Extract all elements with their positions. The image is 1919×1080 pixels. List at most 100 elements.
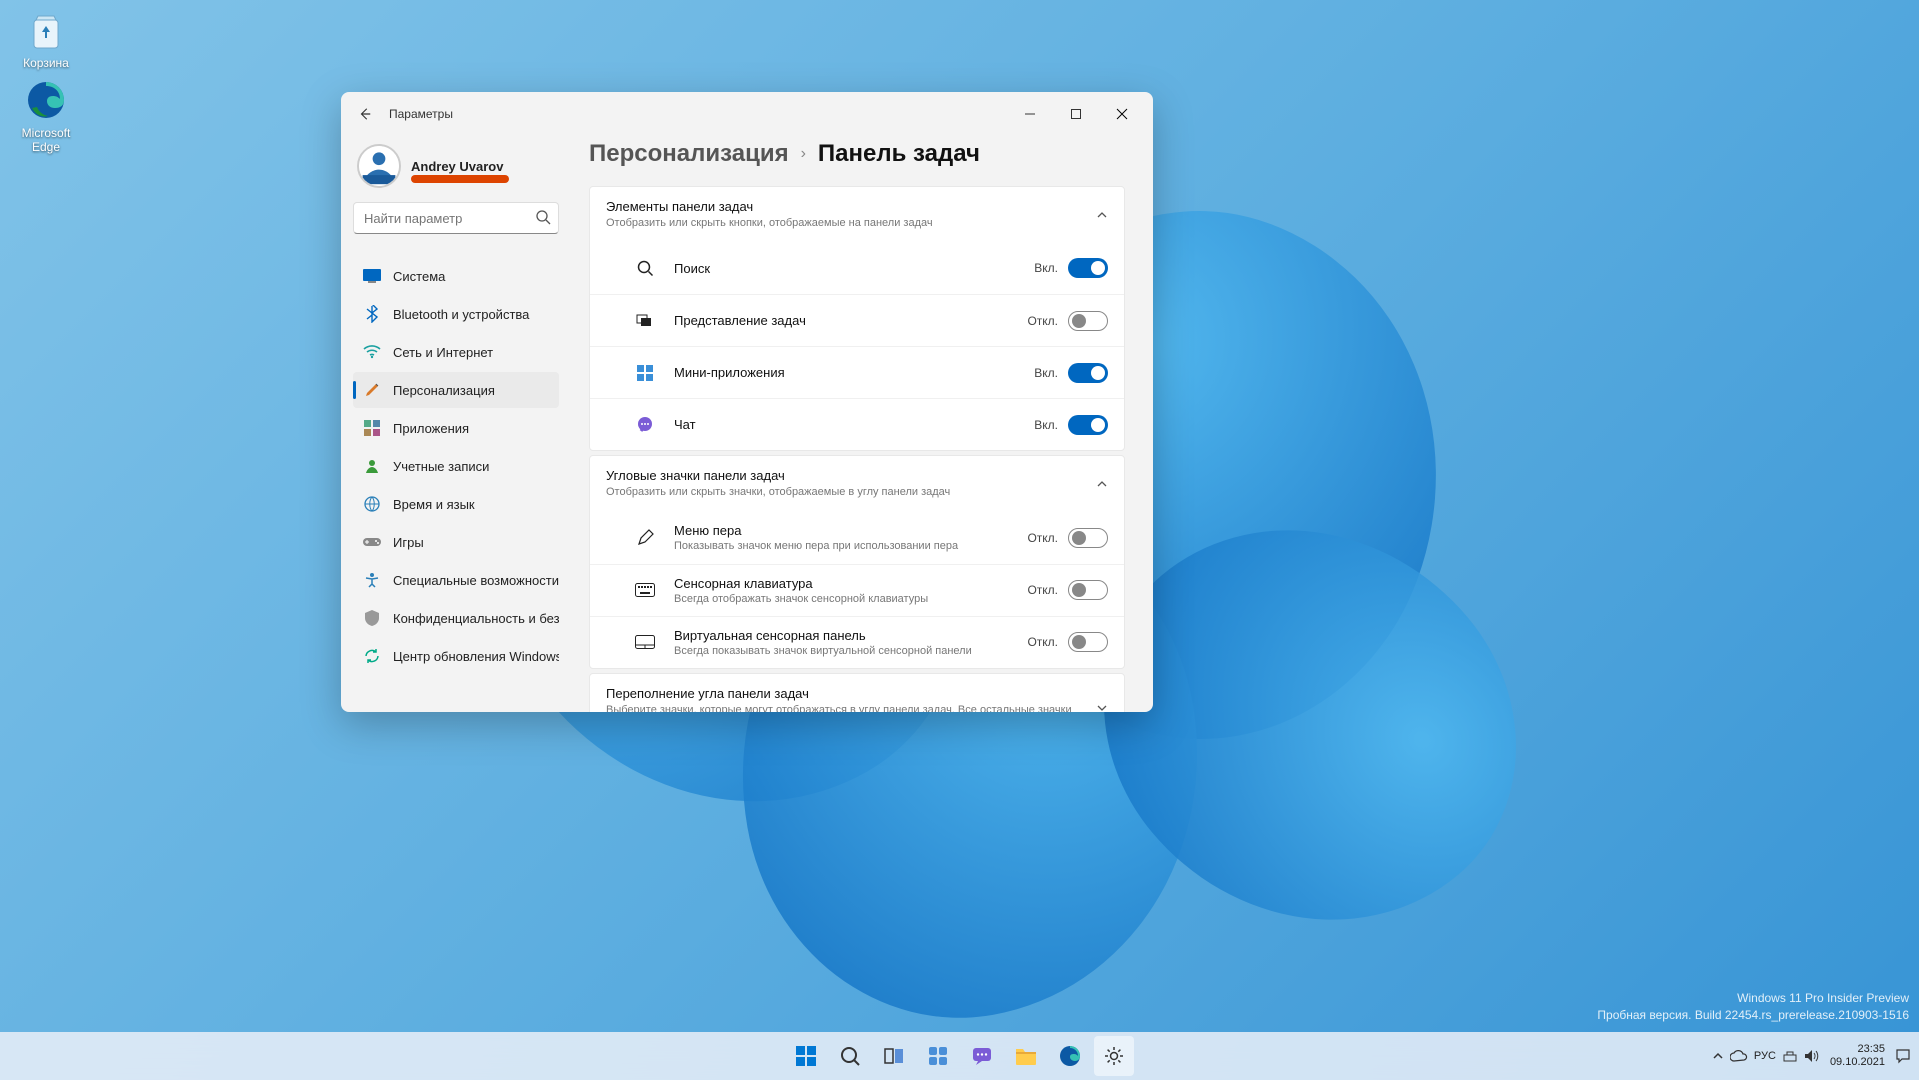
- section-header[interactable]: Угловые значки панели задач Отобразить и…: [590, 456, 1124, 511]
- avatar: [357, 144, 401, 188]
- row-search: Поиск Вкл.: [590, 242, 1124, 294]
- close-icon: [1116, 108, 1128, 120]
- chevron-right-icon: ›: [801, 145, 806, 163]
- paintbrush-icon: [363, 381, 381, 399]
- chevron-down-icon: [1096, 702, 1108, 712]
- taskbar-settings-button[interactable]: [1094, 1036, 1134, 1076]
- nav-list: Система Bluetooth и устройства Сеть и Ин…: [353, 258, 559, 674]
- section-header[interactable]: Элементы панели задач Отобразить или скр…: [590, 187, 1124, 242]
- maximize-icon: [1070, 108, 1082, 120]
- chat-icon: [971, 1045, 993, 1067]
- taskbar-chat-button[interactable]: [962, 1036, 1002, 1076]
- desktop-icon-recycle-bin[interactable]: Корзина: [8, 8, 84, 70]
- edge-icon: [24, 78, 68, 122]
- chat-icon: [634, 416, 656, 434]
- back-button[interactable]: [349, 98, 381, 130]
- update-icon: [363, 647, 381, 665]
- search-input[interactable]: [353, 202, 559, 234]
- taskbar: РУС 23:35 09.10.2021: [0, 1032, 1919, 1080]
- nav-update[interactable]: Центр обновления Windows: [353, 638, 559, 674]
- start-button[interactable]: [786, 1036, 826, 1076]
- apps-icon: [363, 419, 381, 437]
- taskbar-taskview-button[interactable]: [874, 1036, 914, 1076]
- maximize-button[interactable]: [1053, 98, 1099, 130]
- chevron-up-icon: [1096, 209, 1108, 221]
- row-touch-keyboard: Сенсорная клавиатураВсегда отображать зн…: [590, 564, 1124, 616]
- profile-name: Andrey Uvarov: [411, 159, 503, 174]
- accessibility-icon: [363, 571, 381, 589]
- tray-volume-icon[interactable]: [1804, 1049, 1820, 1063]
- desktop-watermark: Windows 11 Pro Insider Preview Пробная в…: [1597, 990, 1909, 1024]
- taskbar-search-button[interactable]: [830, 1036, 870, 1076]
- gear-icon: [1103, 1045, 1125, 1067]
- sidebar: Andrey Uvarov Система Bluetooth и устрой…: [341, 136, 571, 712]
- bluetooth-icon: [363, 305, 381, 323]
- taskbar-edge-button[interactable]: [1050, 1036, 1090, 1076]
- search-icon: [535, 209, 551, 225]
- globe-icon: [363, 495, 381, 513]
- taskbar-explorer-button[interactable]: [1006, 1036, 1046, 1076]
- nav-time-language[interactable]: Время и язык: [353, 486, 559, 522]
- nav-apps[interactable]: Приложения: [353, 410, 559, 446]
- row-chat: Чат Вкл.: [590, 398, 1124, 450]
- toggle-search[interactable]: [1068, 258, 1108, 278]
- desktop-icon-label: Microsoft Edge: [22, 126, 71, 154]
- tray-onedrive-icon[interactable]: [1730, 1050, 1748, 1062]
- search-icon: [634, 259, 656, 277]
- toggle-virtual-touchpad[interactable]: [1068, 632, 1108, 652]
- section-overflow: Переполнение угла панели задач Выберите …: [589, 673, 1125, 712]
- desktop-icon-label: Корзина: [23, 56, 69, 70]
- tray-language[interactable]: РУС: [1754, 1050, 1776, 1062]
- pen-icon: [634, 529, 656, 547]
- nav-accounts[interactable]: Учетные записи: [353, 448, 559, 484]
- search-icon: [839, 1045, 861, 1067]
- widgets-icon: [927, 1045, 949, 1067]
- chevron-up-icon: [1096, 478, 1108, 490]
- close-button[interactable]: [1099, 98, 1145, 130]
- breadcrumb-parent[interactable]: Персонализация: [589, 140, 789, 168]
- person-icon: [363, 457, 381, 475]
- tray-network-icon[interactable]: [1782, 1049, 1798, 1063]
- section-taskbar-items: Элементы панели задач Отобразить или скр…: [589, 186, 1125, 451]
- content-area: Персонализация › Панель задач Элементы п…: [571, 136, 1153, 712]
- touchpad-icon: [634, 635, 656, 649]
- toggle-pen-menu[interactable]: [1068, 528, 1108, 548]
- shield-icon: [363, 609, 381, 627]
- nav-bluetooth[interactable]: Bluetooth и устройства: [353, 296, 559, 332]
- nav-accessibility[interactable]: Специальные возможности: [353, 562, 559, 598]
- minimize-icon: [1024, 108, 1036, 120]
- folder-icon: [1015, 1046, 1037, 1066]
- taskview-icon: [634, 314, 656, 328]
- taskbar-widgets-button[interactable]: [918, 1036, 958, 1076]
- edge-icon: [1059, 1045, 1081, 1067]
- redaction-mark: [411, 175, 509, 183]
- section-header[interactable]: Переполнение угла панели задач Выберите …: [590, 674, 1124, 712]
- nav-personalization[interactable]: Персонализация: [353, 372, 559, 408]
- row-taskview: Представление задач Откл.: [590, 294, 1124, 346]
- toggle-touch-keyboard[interactable]: [1068, 580, 1108, 600]
- toggle-chat[interactable]: [1068, 415, 1108, 435]
- nav-system[interactable]: Система: [353, 258, 559, 294]
- profile-block[interactable]: Andrey Uvarov: [353, 136, 559, 202]
- nav-privacy[interactable]: Конфиденциальность и безопасность: [353, 600, 559, 636]
- row-widgets: Мини-приложения Вкл.: [590, 346, 1124, 398]
- settings-window: Параметры Andrey Uvarov: [341, 92, 1153, 712]
- toggle-taskview[interactable]: [1068, 311, 1108, 331]
- toggle-widgets[interactable]: [1068, 363, 1108, 383]
- back-arrow-icon: [358, 107, 372, 121]
- desktop-icon-edge[interactable]: Microsoft Edge: [8, 78, 84, 154]
- nav-gaming[interactable]: Игры: [353, 524, 559, 560]
- breadcrumb: Персонализация › Панель задач: [589, 140, 1125, 168]
- system-icon: [363, 267, 381, 285]
- tray-notifications-icon[interactable]: [1895, 1048, 1911, 1064]
- tray-clock[interactable]: 23:35 09.10.2021: [1830, 1043, 1885, 1069]
- minimize-button[interactable]: [1007, 98, 1053, 130]
- gamepad-icon: [363, 533, 381, 551]
- row-pen-menu: Меню пераПоказывать значок меню пера при…: [590, 512, 1124, 564]
- taskview-icon: [883, 1045, 905, 1067]
- recycle-bin-icon: [24, 8, 68, 52]
- tray-chevron-icon[interactable]: [1712, 1050, 1724, 1062]
- nav-network[interactable]: Сеть и Интернет: [353, 334, 559, 370]
- row-virtual-touchpad: Виртуальная сенсорная панельВсегда показ…: [590, 616, 1124, 668]
- wifi-icon: [363, 343, 381, 361]
